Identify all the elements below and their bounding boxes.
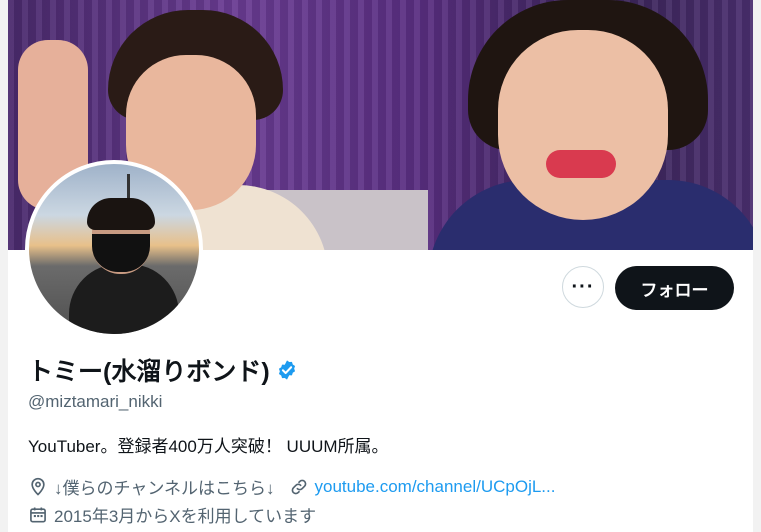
banner-person-right-face bbox=[498, 30, 668, 220]
profile-bio: YouTuber。登録者400万人突破！ UUUM所属。 bbox=[28, 437, 389, 456]
right-gutter bbox=[753, 0, 761, 532]
more-dots-icon: ··· bbox=[571, 275, 595, 298]
left-gutter bbox=[0, 0, 8, 532]
link-icon bbox=[291, 479, 306, 494]
more-options-button[interactable]: ··· bbox=[562, 266, 604, 308]
verified-badge-icon[interactable] bbox=[276, 359, 298, 381]
calendar-icon bbox=[30, 507, 46, 522]
profile-website-link[interactable]: youtube.com/channel/UCpOjL... bbox=[315, 477, 556, 497]
user-handle: @miztamari_nikki bbox=[28, 392, 163, 411]
profile-meta-row: ↓僕らのチャンネルはこちら↓ youtube.com/channel/UCpOj… bbox=[28, 474, 555, 499]
profile-avatar[interactable] bbox=[25, 160, 203, 338]
profile-location: ↓僕らのチャンネルはこちら↓ bbox=[54, 479, 275, 498]
follow-button[interactable]: フォロー bbox=[615, 266, 734, 310]
follow-button-label: フォロー bbox=[640, 280, 709, 300]
banner-person-right-lips bbox=[546, 150, 616, 178]
name-row: トミー(水溜りボンド) bbox=[28, 352, 298, 388]
avatar-body bbox=[69, 264, 179, 334]
avatar-hair bbox=[87, 198, 155, 230]
display-name: トミー(水溜りボンド) bbox=[28, 358, 270, 386]
profile-joined-date: 2015年3月からXを利用しています bbox=[54, 507, 317, 526]
location-pin-icon bbox=[31, 477, 45, 496]
profile-joined-row: 2015年3月からXを利用しています bbox=[28, 502, 316, 527]
